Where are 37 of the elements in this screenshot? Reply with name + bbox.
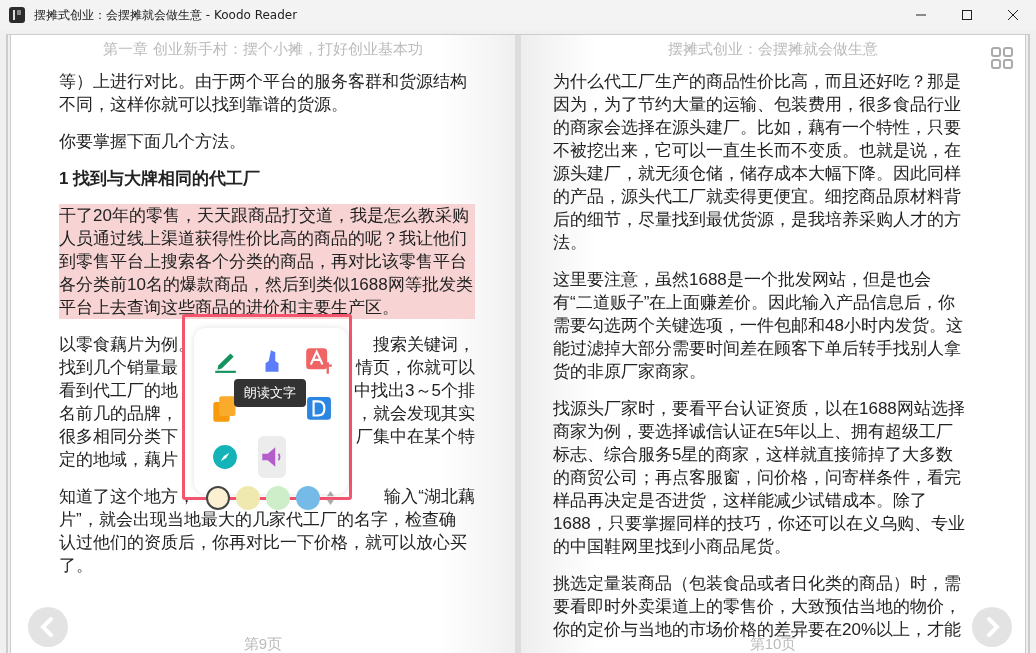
color-swatch[interactable] — [296, 486, 320, 510]
text-line: 厂集中在某个特 — [356, 426, 475, 448]
speak-button[interactable] — [258, 436, 286, 478]
text-line: 认过他们的资质后，你再对比一下价格，就可以放心买 — [59, 532, 467, 554]
grid-icon[interactable] — [991, 47, 1013, 69]
text-line: 看到代工厂的地 — [59, 380, 178, 402]
color-swatch[interactable] — [266, 486, 290, 510]
up-down-arrows-icon[interactable] — [326, 490, 335, 506]
copy-icon — [211, 395, 239, 423]
text-line: 很多相同分类下 — [59, 426, 178, 448]
text-line: 知道了这个地方， — [59, 486, 195, 508]
text-line: 了。 — [59, 555, 93, 577]
window-title: 摆摊式创业：会摆摊就会做生意 - Koodo Reader — [34, 6, 298, 24]
paragraph: 你要掌握下面几个方法。 — [59, 131, 247, 153]
paragraph: 为什么代工厂生产的商品性价比高，而且还好吃？那是因为，为了节约大量的运输、包装费用，很多食品行业的商家会选择在源头建厂。比如，藕有一个特性，只要不被挖出来，它可以一直生长而不变质。也就是说，在源头建厂，就无须仓储，储存成本大幅下降。因此同样的产品，源头代工厂就卖得更便宜。细挖商品原材料背后的细节，尽量找到最优货源，是我培养采购人才的方法。 — [553, 71, 962, 254]
paragraph: 这里要注意，虽然1688是一个批发网站，但是也会有“二道贩子”在上面赚差价。因此输入产品信息后，你需要勾选两个关键选项，一件包邮和48小时内发货。这能过滤掉大部分需要时间差在顾客下单后转手找别人拿货的非原厂家商家。 — [553, 269, 964, 383]
text-line: 中找出3～5个排 — [354, 380, 475, 402]
text-line: 输入“湖北藕 — [384, 486, 475, 508]
page-header: 摆摊式创业：会摆摊就会做生意 — [667, 39, 879, 59]
app-icon — [9, 7, 25, 23]
text-line: 定的地域，藕片 — [59, 449, 178, 471]
tooltip: 朗读文字 — [234, 379, 306, 407]
text-line: 名前几的品牌， — [59, 403, 178, 425]
translate-icon — [305, 347, 333, 375]
compass-icon — [212, 444, 238, 470]
text-line: 找到几个销量最 — [59, 357, 178, 379]
page-number: 第9页 — [243, 635, 283, 653]
paragraph: 等）上进行对比。由于两个平台的服务客群和货源结构不同，这样你就可以找到靠谱的货源。 — [59, 71, 468, 116]
text-line: ，就会发现其实 — [356, 403, 475, 425]
text-line: 片”，就会出现当地最大的几家代工厂的名字，检查确 — [59, 509, 456, 531]
dictionary-icon — [306, 396, 332, 422]
paragraph: 找源头厂家时，要看平台认证资质，以在1688网站选择商家为例，要选择诚信认证在5年以上、拥有超级工厂标志、综合服务5星的商家，这样就直接筛掉了大多数的商贸公司；再点客服窗，问价格，问寄样条件，看完样品再决定是否进货，这样能减少试错成本。除了1688，只要掌握同样的技巧，你还可以在义乌购、专业的中国鞋网里找到小商品尾货。 — [553, 398, 966, 558]
section-heading: 1 找到与大牌相同的代工厂 — [59, 168, 262, 190]
color-swatch[interactable] — [206, 486, 230, 510]
text-line: 情页，你就可以 — [356, 357, 475, 379]
text-line: 搜索关键词， — [373, 334, 475, 356]
color-swatch[interactable] — [236, 486, 260, 510]
